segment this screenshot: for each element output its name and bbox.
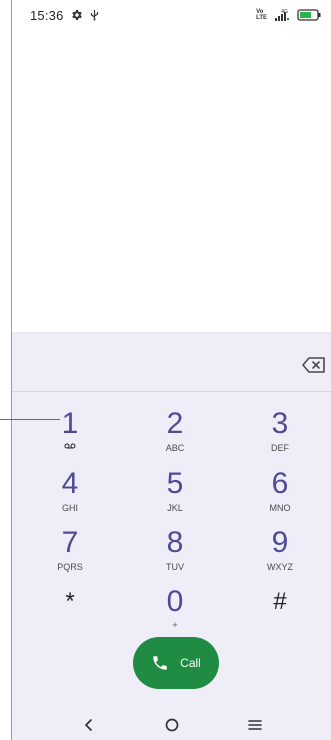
dialed-digits-field[interactable] bbox=[26, 347, 276, 375]
key-hash-symbol: # bbox=[273, 588, 287, 615]
status-time: 15:36 bbox=[30, 7, 64, 23]
dialpad-key-star[interactable]: * bbox=[24, 585, 116, 641]
key-3-number: 3 bbox=[271, 407, 289, 440]
key-7-letters: PQRS bbox=[57, 562, 83, 572]
key-0-plus: + bbox=[172, 620, 178, 630]
battery-icon bbox=[297, 9, 321, 21]
volte-bottom-label: LTE bbox=[256, 15, 267, 21]
call-button-label: Call bbox=[180, 656, 201, 670]
recents-button[interactable] bbox=[240, 711, 270, 739]
home-icon bbox=[165, 718, 178, 732]
key-6-letters: MNO bbox=[269, 503, 291, 513]
dialpad-key-3[interactable]: 3 DEF bbox=[234, 407, 326, 463]
key-9-letters: WXYZ bbox=[267, 562, 293, 572]
status-bar: 15:36 Vo LTE 4G bbox=[12, 0, 331, 30]
recents-icon bbox=[247, 720, 262, 730]
key-5-number: 5 bbox=[166, 467, 184, 500]
status-left: 15:36 bbox=[30, 8, 99, 23]
backspace-button[interactable] bbox=[302, 356, 326, 374]
dialpad-key-5[interactable]: 5 JKL bbox=[129, 467, 221, 523]
dialpad-key-0[interactable]: 0 + bbox=[129, 585, 221, 641]
key-3-letters: DEF bbox=[271, 443, 289, 453]
key-4-number: 4 bbox=[61, 467, 79, 500]
voicemail-icon bbox=[64, 443, 76, 449]
dialpad-key-9[interactable]: 9 WXYZ bbox=[234, 526, 326, 582]
key-2-letters: ABC bbox=[165, 443, 185, 453]
key-7-number: 7 bbox=[61, 526, 79, 559]
dialpad-key-4[interactable]: 4 GHI bbox=[24, 467, 116, 523]
system-navigation-bar bbox=[12, 709, 331, 740]
gear-icon bbox=[71, 9, 83, 21]
backspace-icon bbox=[302, 357, 325, 373]
key-9-number: 9 bbox=[271, 526, 289, 559]
back-icon bbox=[84, 719, 92, 731]
dialpad-key-2[interactable]: 2 ABC bbox=[129, 407, 221, 463]
back-button[interactable] bbox=[74, 711, 104, 739]
key-1-number: 1 bbox=[61, 407, 79, 440]
key-8-number: 8 bbox=[166, 526, 184, 559]
key-2-number: 2 bbox=[166, 407, 184, 440]
digits-row bbox=[12, 333, 331, 392]
dialpad-key-hash[interactable]: # bbox=[234, 585, 326, 641]
key-6-number: 6 bbox=[271, 467, 289, 500]
dialpad-key-8[interactable]: 8 TUV bbox=[129, 526, 221, 582]
key-5-letters: JKL bbox=[167, 503, 183, 513]
key-8-letters: TUV bbox=[166, 562, 184, 572]
call-log-empty-area bbox=[12, 30, 331, 332]
signal-bars-icon: 4G bbox=[274, 9, 290, 21]
phone-screen: 15:36 Vo LTE 4G bbox=[0, 0, 331, 740]
usb-icon bbox=[90, 9, 99, 21]
dialpad-key-7[interactable]: 7 PQRS bbox=[24, 526, 116, 582]
volte-indicator: Vo LTE bbox=[256, 9, 267, 21]
key-star-symbol: * bbox=[65, 588, 75, 615]
dialpad-key-1[interactable]: 1 bbox=[24, 407, 116, 463]
key-4-letters: GHI bbox=[61, 503, 78, 513]
home-button[interactable] bbox=[157, 711, 187, 739]
dialpad-panel: 1 2 ABC 3 DEF 4 GHI 5 JKL 6 MNO 7 PQRS 8… bbox=[12, 332, 331, 740]
call-button[interactable]: Call bbox=[133, 637, 219, 689]
phone-icon bbox=[153, 656, 167, 670]
dialpad-key-6[interactable]: 6 MNO bbox=[234, 467, 326, 523]
annotation-marker-line bbox=[0, 419, 60, 420]
key-0-number: 0 bbox=[166, 585, 184, 618]
dialpad-keys: 1 2 ABC 3 DEF 4 GHI 5 JKL 6 MNO 7 PQRS 8… bbox=[12, 397, 331, 637]
left-frame-border bbox=[0, 0, 12, 740]
status-right: Vo LTE 4G bbox=[256, 9, 321, 21]
